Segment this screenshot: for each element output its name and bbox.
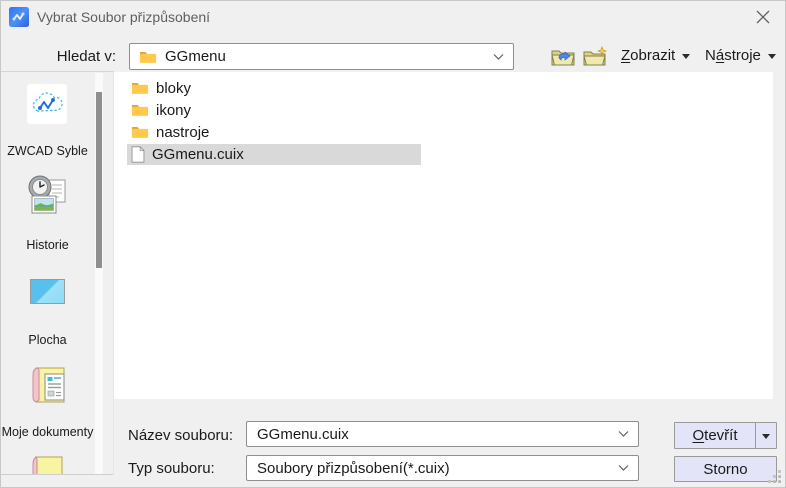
folder-icon (131, 127, 149, 138)
resize-grip[interactable] (765, 467, 783, 485)
file-type-combobox[interactable]: Soubory přizpůsobení(*.cuix) (246, 455, 639, 481)
file-name: bloky (156, 79, 192, 97)
look-in-combobox[interactable]: GGmenu (129, 43, 514, 70)
file-row[interactable]: ikony (114, 99, 773, 121)
file-list[interactable]: bloky ikony nastroje GGmenu.cuix (114, 72, 773, 399)
sidebar-item-partial[interactable] (30, 455, 66, 474)
open-button[interactable]: Otevřít (675, 423, 755, 448)
new-folder-icon (583, 46, 607, 66)
file-type-label: Typ souboru: (128, 460, 215, 477)
dialog-title: Vybrat Soubor přizpůsobení (37, 9, 211, 25)
file-name: ikony (156, 101, 192, 119)
back-folder-icon (551, 50, 575, 66)
file-name-value: GGmenu.cuix (257, 425, 349, 443)
desktop-icon (30, 279, 65, 304)
history-icon (28, 175, 66, 214)
file-name: nastroje (156, 123, 210, 141)
document-icon (131, 145, 145, 163)
dropdown-arrow-icon (762, 434, 770, 439)
sidebar-label-moje-dokumenty[interactable]: Moje dokumenty (1, 425, 94, 439)
sidebar-scrollbar[interactable] (95, 73, 103, 474)
my-documents-icon (32, 367, 65, 403)
folder-partial-icon (32, 456, 63, 474)
sidebar-item-zwcad-syble[interactable] (27, 84, 67, 124)
cancel-button[interactable]: Storno (674, 456, 777, 482)
titlebar[interactable]: Vybrat Soubor přizpůsobení (1, 1, 785, 33)
open-split-button: Otevřít (674, 422, 777, 449)
file-name-combobox[interactable]: GGmenu.cuix (246, 421, 639, 447)
close-button[interactable] (741, 1, 785, 33)
sidebar-label-plocha[interactable]: Plocha (1, 333, 94, 347)
sidebar-label-historie[interactable]: Historie (1, 238, 94, 252)
open-dropdown-button[interactable] (755, 423, 776, 448)
file-type-value: Soubory přizpůsobení(*.cuix) (257, 459, 450, 477)
app-logo-icon (9, 7, 29, 27)
folder-icon (139, 51, 157, 63)
create-new-folder-button[interactable] (582, 45, 609, 68)
tools-menu[interactable]: Nástroje (705, 47, 776, 64)
file-row[interactable]: nastroje (114, 121, 773, 143)
last-folder-visited-button[interactable] (550, 45, 577, 68)
sidebar-item-plocha[interactable] (30, 279, 65, 304)
scrollbar-thumb[interactable] (96, 92, 102, 268)
folder-icon (131, 83, 149, 94)
file-row-selected[interactable]: GGmenu.cuix (114, 143, 773, 165)
look-in-label: Hledat v: (56, 48, 116, 65)
open-button-label: Otevřít (692, 427, 738, 444)
tools-menu-label: Nástroje (705, 47, 761, 64)
file-row[interactable]: bloky (114, 77, 773, 99)
close-icon (756, 10, 770, 24)
sidebar-item-moje-dokumenty[interactable] (28, 365, 70, 407)
menu-arrow-icon (682, 54, 691, 59)
look-in-value: GGmenu (165, 48, 226, 65)
sidebar-label-zwcad-syble[interactable]: ZWCAD Syble (1, 144, 94, 158)
chevron-down-icon[interactable] (618, 465, 629, 472)
view-menu-label: Zobrazit (621, 47, 676, 64)
zwcad-cloud-icon (27, 84, 67, 124)
view-menu[interactable]: Zobrazit (621, 47, 691, 64)
sidebar-item-historie[interactable] (25, 172, 71, 218)
file-name: GGmenu.cuix (152, 145, 244, 163)
menu-arrow-icon (767, 54, 776, 59)
places-sidebar: ZWCAD Syble Historie Plocha Moje dokumen… (1, 71, 114, 475)
folder-icon (131, 105, 149, 116)
chevron-down-icon[interactable] (618, 431, 629, 438)
chevron-down-icon[interactable] (493, 53, 504, 60)
open-file-dialog: Vybrat Soubor přizpůsobení Hledat v: GGm… (0, 0, 786, 488)
file-name-label: Název souboru: (128, 427, 234, 444)
